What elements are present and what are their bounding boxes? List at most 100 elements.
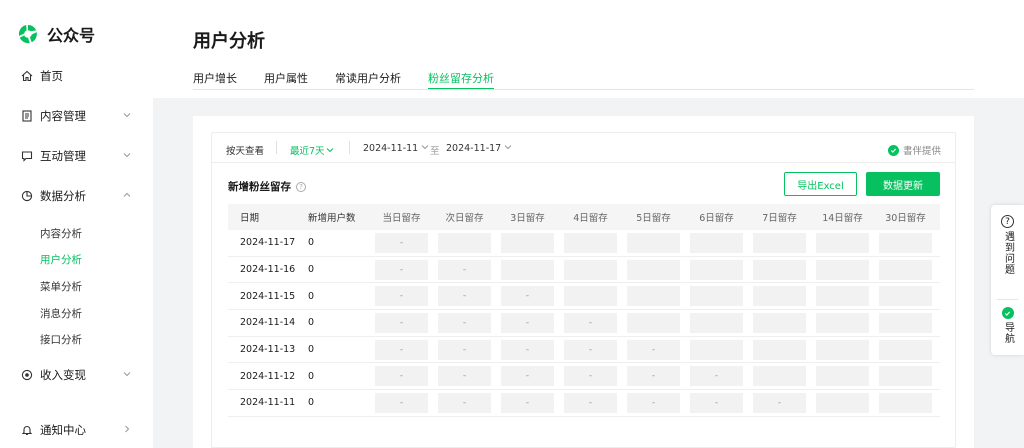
retention-value (627, 286, 680, 307)
retention-value: - (375, 232, 428, 253)
retention-value (564, 232, 617, 253)
sidebar-item-label: 数据分析 (40, 189, 86, 203)
question-icon: ? (1001, 215, 1014, 228)
table-row: 2024-11-17 0 - (228, 230, 940, 257)
cell-retention: - (433, 259, 496, 280)
chevron-down-icon (123, 153, 131, 158)
cell-new-users: 0 (308, 237, 315, 249)
tab-frequent-readers[interactable]: 常读用户分析 (335, 70, 401, 90)
cell-retention (874, 259, 937, 280)
export-excel-button[interactable]: 导出Excel (784, 172, 857, 196)
home-icon (20, 70, 33, 83)
retention-value: - (375, 312, 428, 333)
table-body: 2024-11-17 0-2024-11-16 0- -2024-11-15 0- - -2… (228, 230, 940, 417)
sidebar-item-monetization[interactable]: 收入变现 (0, 360, 153, 390)
cell-retention (748, 259, 811, 280)
cell-retention (685, 339, 748, 360)
start-date-picker[interactable]: 2024-11-11 (363, 143, 429, 154)
cell-retention (685, 312, 748, 333)
data-provider: 書伴提供 (887, 143, 941, 157)
divider (349, 141, 350, 154)
sidebar-subitem-message-analysis[interactable]: 消息分析 (40, 306, 82, 321)
sidebar-item-notifications[interactable]: 通知中心 (0, 415, 153, 445)
recent-range-dropdown[interactable]: 最近7天 (290, 143, 334, 157)
brand[interactable]: 公众号 (17, 22, 95, 46)
cell-retention (559, 232, 622, 253)
cell-retention (748, 339, 811, 360)
retention-value (879, 339, 932, 360)
sidebar-subitem-menu-analysis[interactable]: 菜单分析 (40, 279, 82, 294)
cell-retention: - (559, 312, 622, 333)
money-icon (20, 369, 33, 382)
column-header: 当日留存 (382, 213, 421, 224)
sidebar-item-home[interactable]: 首页 (0, 61, 153, 91)
sidebar-item-interaction[interactable]: 互动管理 (0, 141, 153, 171)
cell-retention (874, 339, 937, 360)
chevron-down-icon (421, 145, 429, 150)
cell-retention (748, 366, 811, 387)
tabs-divider (193, 89, 974, 90)
column-header: 4日留存 (573, 213, 608, 224)
cell-retention: - (370, 366, 433, 387)
cell-retention: - (496, 339, 559, 360)
retention-value: - (690, 366, 743, 387)
retention-value: - (627, 392, 680, 413)
tab-user-attributes[interactable]: 用户属性 (264, 70, 308, 90)
date-range-separator: 至 (430, 146, 440, 157)
cell-retention: - (433, 312, 496, 333)
column-header: 7日留存 (762, 213, 797, 224)
wechat-official-logo-icon (18, 24, 37, 44)
sidebar-subitem-api-analysis[interactable]: 接口分析 (40, 332, 82, 347)
sidebar-subitem-user-analysis[interactable]: 用户分析 (40, 252, 82, 267)
navigation-button[interactable]: 导航 (991, 307, 1024, 344)
cell-new-users: 0 (308, 370, 315, 382)
retention-value: - (501, 312, 554, 333)
sidebar-item-label: 内容管理 (40, 109, 86, 123)
divider (997, 299, 1018, 300)
cell-retention: - (496, 286, 559, 307)
cell-retention: - (433, 339, 496, 360)
help-icon[interactable]: ? (296, 181, 306, 192)
cell-retention (559, 259, 622, 280)
cell-retention (622, 312, 685, 333)
column-header: 14日留存 (822, 213, 863, 224)
retention-value (879, 232, 932, 253)
cell-retention (874, 366, 937, 387)
tab-fan-retention[interactable]: 粉丝留存分析 (428, 70, 494, 90)
cell-date: 2024-11-11 (240, 397, 296, 409)
sidebar-item-label: 互动管理 (40, 149, 86, 163)
cell-retention: - (496, 312, 559, 333)
cell-retention: - (433, 286, 496, 307)
chat-icon (20, 150, 33, 163)
cell-retention: - (559, 339, 622, 360)
cell-retention (811, 366, 874, 387)
cell-retention (433, 232, 496, 253)
refresh-data-button[interactable]: 数据更新 (866, 172, 940, 196)
sidebar-item-content[interactable]: 内容管理 (0, 101, 153, 131)
filter-bar: 按天查看 最近7天 2024-11-11 至 2024-11-17 書伴提供 (212, 133, 955, 163)
cell-retention (874, 232, 937, 253)
retention-value: - (690, 392, 743, 413)
retention-value (816, 392, 869, 413)
start-date-value: 2024-11-11 (363, 143, 419, 154)
cell-retention (874, 392, 937, 413)
end-date-picker[interactable]: 2024-11-17 (446, 143, 512, 154)
cell-retention (748, 232, 811, 253)
sidebar-subitem-content-analysis[interactable]: 内容分析 (40, 226, 82, 241)
tab-user-growth[interactable]: 用户增长 (193, 70, 237, 90)
cell-retention (811, 232, 874, 253)
sidebar-item-data-analysis[interactable]: 数据分析 (0, 181, 153, 211)
cell-retention: - (622, 366, 685, 387)
retention-value: - (564, 392, 617, 413)
retention-value (816, 286, 869, 307)
cell-new-users: 0 (308, 397, 315, 409)
report-problem-button[interactable]: ? 遇到问题 (991, 215, 1024, 275)
check-shield-icon (1001, 307, 1014, 319)
retention-value: - (564, 339, 617, 360)
section-title: 新增粉丝留存 ? (228, 179, 306, 194)
retention-value (438, 232, 491, 253)
table-row: 2024-11-15 0- - - (228, 283, 940, 311)
cell-retention (622, 232, 685, 253)
cell-retention (685, 259, 748, 280)
bell-icon (20, 424, 33, 437)
